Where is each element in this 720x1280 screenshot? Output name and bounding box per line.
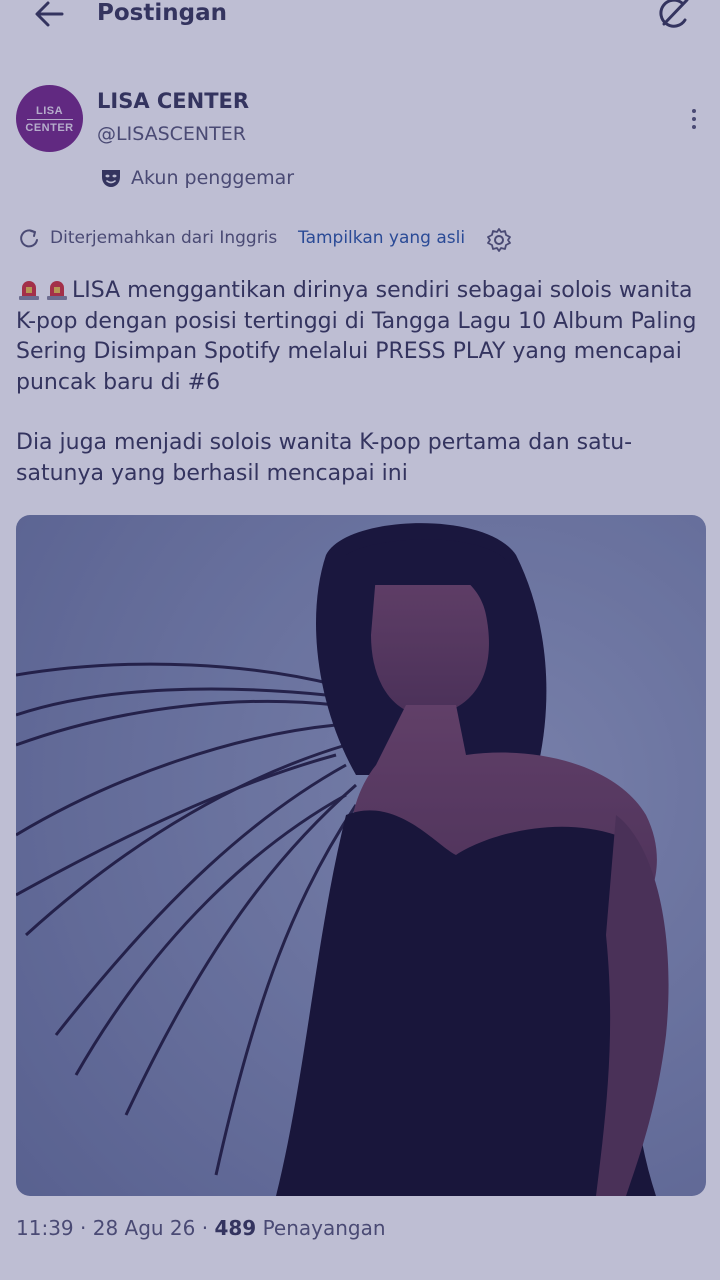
tweet-paragraph-2: Dia juga menjadi solois wanita K-pop per… [16, 430, 633, 486]
more-vertical-icon [692, 109, 696, 129]
meta-separator: · [80, 1216, 87, 1240]
avatar-divider [26, 119, 73, 120]
siren-emoji-icon [19, 281, 39, 300]
translated-from-label: Diterjemahkan dari Inggris [50, 228, 278, 248]
views-count: 489 [214, 1216, 257, 1240]
siren-emoji-icon [47, 281, 67, 300]
tweet-photo[interactable] [16, 515, 706, 1196]
back-button[interactable] [28, 0, 72, 34]
page-title: Postingan [97, 0, 227, 26]
fan-account-label: Akun penggemar [131, 167, 295, 189]
tweet-paragraph-1: LISA menggantikan dirinya sendiri sebaga… [16, 275, 706, 398]
post-time: 11:39 [16, 1216, 74, 1240]
views-label: Penayangan [262, 1216, 386, 1240]
post-meta: 11:39 · 28 Agu 26 · 489 Penayangan [16, 1216, 386, 1240]
tweet-text: LISA menggantikan dirinya sendiri sebaga… [16, 275, 706, 489]
avatar[interactable]: LISA CENTER [16, 85, 83, 152]
gear-icon[interactable] [486, 227, 512, 253]
tweet-paragraph-1-text: LISA menggantikan dirinya sendiri sebaga… [16, 278, 697, 395]
top-bar: Postingan [0, 0, 720, 40]
avatar-text-bottom: CENTER [25, 122, 74, 134]
avatar-text-top: LISA [35, 105, 64, 117]
post-screen: Postingan LISA CENTER LISA CENTER @LISAS… [0, 0, 720, 1280]
meta-separator: · [201, 1216, 209, 1240]
post-date: 28 Agu 26 [92, 1216, 196, 1240]
more-options-button[interactable] [680, 104, 708, 134]
grok-icon [659, 0, 689, 28]
translate-icon [18, 228, 40, 250]
grok-button[interactable] [654, 0, 694, 34]
author-name[interactable]: LISA CENTER [97, 89, 249, 113]
show-original-link[interactable]: Tampilkan yang asli [298, 228, 465, 248]
author-handle[interactable]: @LISASCENTER [97, 123, 246, 145]
arrow-left-icon [35, 1, 64, 27]
fan-mask-icon [99, 166, 123, 190]
